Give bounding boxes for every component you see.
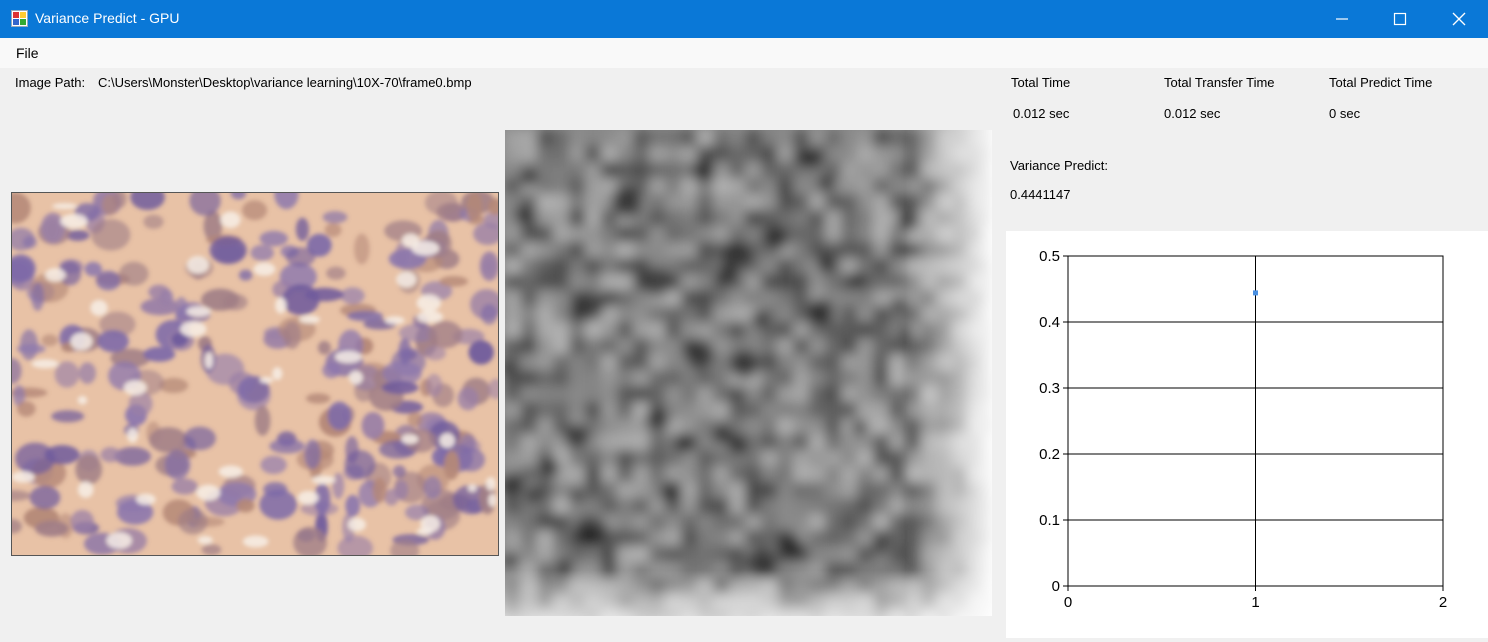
variance-chart: 0 0.1 0.2 0.3 0.4 0.5 0 1 2 <box>1006 231 1488 638</box>
total-time-value: 0.012 sec <box>1013 106 1070 121</box>
y-tick-label: 0.5 <box>1039 248 1060 265</box>
total-transfer-time-value: 0.012 sec <box>1164 106 1221 121</box>
y-tick-label: 0.2 <box>1039 446 1060 463</box>
variance-predict-label: Variance Predict: <box>1010 158 1109 173</box>
title-bar: Variance Predict - GPU <box>0 0 1488 38</box>
x-tick-label: 1 <box>1251 594 1259 611</box>
window-title: Variance Predict - GPU <box>35 10 180 26</box>
y-tick-label: 0.4 <box>1039 314 1060 331</box>
total-time-label: Total Time <box>1011 75 1071 90</box>
menu-bar: File <box>0 38 1488 68</box>
input-image <box>11 192 499 556</box>
x-tick-label: 0 <box>1064 594 1072 611</box>
variance-predict-value: 0.4441147 <box>1010 187 1071 202</box>
minimize-icon <box>1336 18 1348 20</box>
image-path-label: Image Path: <box>15 75 86 90</box>
data-point <box>1253 290 1258 296</box>
total-predict-time-label: Total Predict Time <box>1329 75 1433 90</box>
feature-map-image <box>505 130 992 616</box>
y-tick-label: 0.1 <box>1039 512 1060 529</box>
close-icon <box>1452 12 1466 26</box>
chart-area: 0 0.1 0.2 0.3 0.4 0.5 0 1 2 <box>1039 248 1447 611</box>
y-tick-label: 0 <box>1052 578 1060 595</box>
app-icon <box>11 10 28 27</box>
image-path-value: C:\Users\Monster\Desktop\variance learni… <box>98 75 472 90</box>
x-tick-label: 2 <box>1439 594 1447 611</box>
maximize-button[interactable] <box>1371 0 1429 38</box>
total-transfer-time-label: Total Transfer Time <box>1164 75 1275 90</box>
menu-file[interactable]: File <box>16 45 39 61</box>
total-predict-time-value: 0 sec <box>1329 106 1361 121</box>
y-tick-label: 0.3 <box>1039 380 1060 397</box>
minimize-button[interactable] <box>1313 0 1371 38</box>
maximize-icon <box>1393 12 1407 26</box>
close-button[interactable] <box>1430 0 1488 38</box>
